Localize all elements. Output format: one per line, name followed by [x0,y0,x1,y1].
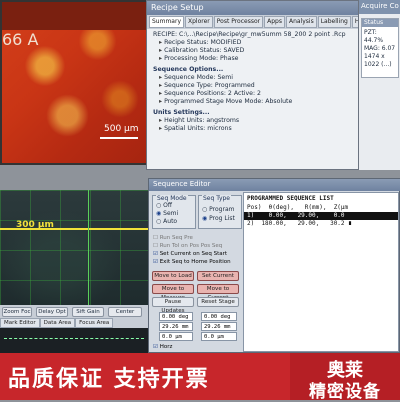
theta-field[interactable]: 0.00 deg [159,312,193,321]
set-current-on-start-check[interactable]: Set Current on Seq Start [153,250,227,258]
horz-check[interactable]: Horz [153,343,173,351]
recipe-status: Recipe Status: MODIFIED [153,39,359,47]
banner-text: 品质保证 支持开票 [8,367,210,392]
sequence-type: Sequence Type: Programmed [153,82,359,90]
tab-focus-area[interactable]: Focus Area [75,318,114,328]
recipe-path: RECIPE: C:\...\Recipe\Recipe\gr_mw5umm 5… [153,31,346,38]
sift-gain-button[interactable]: Sift Gain [72,307,104,317]
list-title: PROGRAMMED SEQUENCE LIST [247,195,334,202]
acquire-status-box: Status PZT: 44.7% MAG: 6.07 1474 x 1022 … [361,18,399,78]
z-current-field[interactable]: 0.0 µm [201,332,237,341]
radius-current-field[interactable]: 29.26 mm [201,322,237,331]
programmed-sequence-list[interactable]: PROGRAMMED SEQUENCE LIST Pos) θ(deg), R(… [243,192,399,352]
brand-tagline: 精密设备 [309,382,381,402]
tab-apps[interactable]: Apps [264,16,285,28]
set-current-button[interactable]: Set Current [197,271,239,281]
resolution-readout: 1474 x 1022 (...) [364,53,392,68]
radius-field[interactable]: 29.26 mm [159,322,193,331]
sequence-editor-panel: Sequence Editor Seq Mode Off Semi Auto S… [148,178,400,353]
move-to-measure-button[interactable]: Move to Measure [152,284,194,301]
tab-xplorer[interactable]: Xplorer [185,16,213,28]
move-to-current-button[interactable]: Move to Current [197,284,239,301]
type-program-radio[interactable]: Program [202,206,234,214]
tab-data-area[interactable]: Data Area [39,318,76,328]
recipe-summary: RECIPE: C:\...\Recipe\Recipe\gr_mw5umm 5… [153,31,359,133]
exit-seq-home-check[interactable]: Exit Seq to Home Position [153,258,231,266]
pause-updates-button[interactable]: Pause Updates [152,297,194,314]
recipe-tabs: Summary Xplorer Post Processor Apps Anal… [147,15,359,29]
list-header: Pos) θ(deg), R(mm), Z(µm [247,204,349,211]
sequence-mode: Sequence Mode: Semi [153,74,359,82]
delay-opt-button[interactable]: Delay Opt [36,307,68,317]
tab-mark-editor[interactable]: Mark Editor [0,318,40,328]
profile-trace [4,338,144,352]
recipe-setup-panel: Recipe Setup Summary Xplorer Post Proces… [146,0,360,170]
afm-image-top: 66 A 500 µm [0,0,150,165]
height-units: Height Units: angstroms [153,117,359,125]
stage-move-mode: Programmed Stage Move Mode: Absolute [153,98,359,106]
tab-summary[interactable]: Summary [149,16,184,28]
seq-type-title: Seq Type [202,195,231,202]
center-button[interactable]: Center [108,307,142,317]
sequence-positions: Sequence Positions: 2 Active: 2 [153,90,359,98]
type-prog-list-radio[interactable]: Prog List [202,215,235,223]
list-row[interactable]: 1) 0.00, 29.00, 0.0 [244,212,398,220]
seq-mode-title: Seq Mode [156,195,188,202]
calibration-status: Calibration Status: SAVED [153,47,359,55]
move-to-load-button[interactable]: Move to Load [152,271,194,281]
mode-semi-radio[interactable]: Semi [156,210,178,218]
status-heading: Status [362,19,398,27]
promo-banner: 品质保证 支持开票 [0,353,290,400]
processing-mode: Processing Mode: Phase [153,55,359,63]
acquire-titlebar: Acquire Co [359,0,400,14]
mag-readout: MAG: 6.07 [364,45,396,52]
vertical-cursor-line[interactable] [88,190,89,310]
acquire-panel: Acquire Co Status PZT: 44.7% MAG: 6.07 1… [358,0,400,170]
seq-type-group: Seq Type Program Prog List [198,195,242,229]
pzt-readout: PZT: 44.7% [364,29,384,44]
sequence-options-heading[interactable]: Sequence Options... [153,66,359,74]
image-grid [0,190,148,310]
run-seq-pre-check[interactable]: Run Seq Pre [153,234,193,242]
tab-analysis[interactable]: Analysis [285,16,317,28]
reset-stage-button[interactable]: Reset Stage [197,297,239,307]
mode-auto-radio[interactable]: Auto [156,218,177,226]
units-settings-heading[interactable]: Units Settings... [153,109,359,117]
brand-logo: 奥莱 精密设备 [290,353,400,402]
run-tol-check[interactable]: Run Tol on Pos Pos Seq [153,242,223,250]
image-frame [0,0,150,165]
sequence-editor-titlebar: Sequence Editor [149,179,400,191]
recipe-titlebar: Recipe Setup [147,1,359,15]
scale-label: 300 µm [16,220,54,230]
tab-labelling[interactable]: Labelling [317,16,351,28]
theta-current-field[interactable]: 0.00 deg [201,312,237,321]
bottom-tab-strip: Mark Editor Data Area Focus Area [0,318,148,328]
z-field[interactable]: 0.0 µm [159,332,193,341]
afm-image-bottom: 300 µm [0,190,148,310]
seq-mode-group: Seq Mode Off Semi Auto [152,195,196,229]
spatial-units: Spatial Units: microns [153,125,359,133]
list-row[interactable]: 2) 180.00, 29.00, 30.2 ∎ [244,220,398,228]
mode-off-radio[interactable]: Off [156,202,172,210]
tab-post-processor[interactable]: Post Processor [213,16,264,28]
zoom-focus-button[interactable]: Zoom Foc [2,307,32,317]
